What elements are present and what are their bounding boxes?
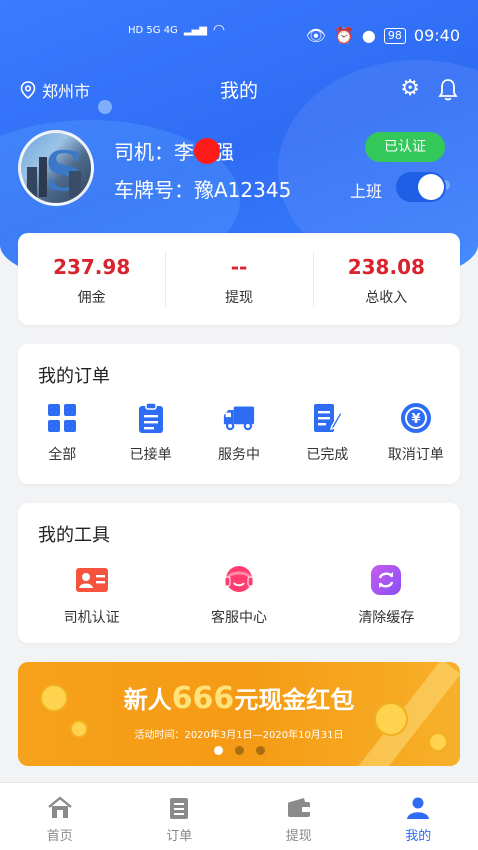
orders-card: 我的订单 全部 已接单 服务中 已完成 ¥ 取消订单 — [18, 344, 460, 484]
signal-icon: ▂▄▆ — [183, 24, 207, 36]
earning-label: 佣金 — [77, 290, 106, 306]
order-cancelled-button[interactable]: ¥ 取消订单 — [372, 402, 460, 464]
order-label: 已接单 — [129, 447, 172, 463]
svg-text:¥: ¥ — [411, 412, 420, 427]
shift-label: 上班 — [350, 182, 383, 201]
headset-icon — [224, 566, 254, 592]
pagination-dot[interactable] — [255, 746, 265, 755]
order-label: 取消订单 — [387, 447, 444, 463]
eye-icon: 👁 — [305, 26, 326, 45]
order-completed-button[interactable]: 已完成 — [283, 402, 371, 464]
battery-indicator: 98 — [383, 27, 406, 44]
banner-subtitle: 活动时间：2020年3月1日—2020年10月31日 — [134, 730, 344, 741]
customer-service-button[interactable]: 客服中心 — [165, 563, 312, 627]
tools-title: 我的工具 — [38, 525, 110, 546]
nav-label: 提现 — [285, 829, 312, 844]
pagination-dot[interactable] — [213, 746, 223, 755]
license-plate: 车牌号：豫A12345 — [114, 178, 292, 202]
nav-orders[interactable]: 订单 — [120, 783, 240, 850]
earnings-card: 237.98 佣金 -- 提现 238.08 总收入 — [18, 233, 460, 325]
earning-commission[interactable]: 237.98 佣金 — [18, 233, 165, 325]
order-in-service-button[interactable]: 服务中 — [195, 402, 283, 464]
grid-icon — [48, 404, 77, 432]
earning-total[interactable]: 238.08 总收入 — [312, 233, 460, 325]
pagination-dot[interactable] — [234, 746, 244, 755]
tools-card: 我的工具 司机认证 客服中心 清除缓存 — [18, 503, 460, 643]
orders-title: 我的订单 — [38, 366, 110, 387]
avatar[interactable]: S — [18, 130, 94, 206]
gear-icon[interactable]: ⚙ — [400, 76, 420, 102]
document-edit-icon — [314, 404, 343, 432]
id-card-icon — [75, 568, 108, 592]
nav-home[interactable]: 首页 — [0, 783, 120, 850]
clipboard-icon — [138, 402, 163, 433]
order-label: 服务中 — [218, 447, 261, 463]
shift-toggle[interactable] — [396, 172, 446, 202]
wallet-icon — [287, 798, 310, 817]
clear-cache-button[interactable]: 清除缓存 — [313, 563, 460, 627]
tool-label: 客服中心 — [210, 610, 267, 626]
truck-icon — [223, 406, 255, 431]
tool-label: 司机认证 — [63, 610, 120, 626]
home-icon — [47, 796, 72, 818]
verified-badge[interactable]: 已认证 — [365, 132, 445, 162]
earning-withdraw[interactable]: -- 提现 — [165, 233, 312, 325]
refresh-icon — [371, 565, 402, 595]
earning-value: -- — [230, 255, 248, 279]
status-time: 09:40 — [413, 26, 460, 45]
status-bar: HD 5G 4G ▂▄▆ ◠ 👁 ⏰ ● 98 09:40 — [0, 0, 478, 70]
earning-value: 237.98 — [53, 255, 131, 279]
top-bar: 郑州市 我的 ⚙ — [0, 72, 478, 108]
driver-verification-button[interactable]: 司机认证 — [18, 563, 165, 627]
nav-label: 我的 — [405, 829, 432, 844]
earning-label: 提现 — [224, 290, 253, 306]
alarm-icon: ⏰ — [334, 26, 354, 45]
earning-value: 238.08 — [347, 255, 425, 279]
nav-mine[interactable]: 我的 — [359, 783, 478, 850]
banner-pagination — [18, 746, 460, 755]
location-icon: ● — [361, 26, 376, 45]
tool-label: 清除缓存 — [358, 610, 415, 626]
bottom-nav: 首页 订单 提现 我的 — [0, 782, 478, 850]
wifi-icon: ◠ — [212, 22, 226, 38]
order-label: 已完成 — [306, 447, 349, 463]
network-label: HD 5G 4G — [128, 24, 178, 36]
nav-label: 首页 — [46, 829, 73, 844]
bell-icon[interactable] — [438, 78, 458, 102]
user-icon — [407, 797, 430, 819]
network-indicators: HD 5G 4G ▂▄▆ ◠ — [128, 22, 225, 38]
yuan-cancel-icon: ¥ — [400, 403, 431, 433]
list-icon — [170, 798, 189, 819]
order-label: 全部 — [48, 447, 77, 463]
nav-withdraw[interactable]: 提现 — [239, 783, 359, 850]
banner-title: 新人666元现金红包 — [123, 681, 355, 716]
order-accepted-button[interactable]: 已接单 — [106, 402, 194, 464]
promo-banner[interactable]: 新人666元现金红包 活动时间：2020年3月1日—2020年10月31日 — [18, 662, 460, 766]
nav-label: 订单 — [166, 829, 193, 844]
redaction-mark — [194, 138, 220, 164]
earning-label: 总收入 — [365, 290, 408, 306]
order-all-button[interactable]: 全部 — [18, 402, 106, 464]
